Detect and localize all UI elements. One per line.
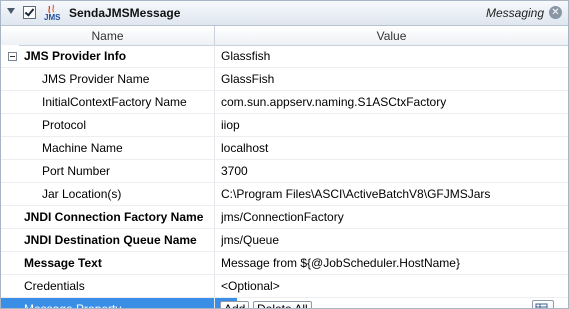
delete-all-button[interactable]: Delete All xyxy=(253,301,312,308)
property-value[interactable]: Message from ${@JobScheduler.HostName} xyxy=(221,252,561,274)
property-value[interactable]: com.sun.appserv.naming.S1ASCtxFactory xyxy=(221,91,561,113)
column-header-name[interactable]: Name xyxy=(1,29,214,43)
property-row-machine-name[interactable]: Machine Name localhost xyxy=(1,137,568,160)
activity-title: SendaJMSMessage xyxy=(69,6,181,20)
property-name: Jar Location(s) xyxy=(42,187,122,201)
property-name: InitialContextFactory Name xyxy=(42,95,187,109)
property-name: Message Text xyxy=(24,256,102,270)
property-name: JNDI Destination Queue Name xyxy=(24,233,197,247)
property-grid: JMS Provider Info Glassfish JMS Provider… xyxy=(1,45,568,308)
property-name: JMS Provider Info xyxy=(24,49,127,63)
property-value[interactable]: jms/Queue xyxy=(221,229,561,251)
property-row-jms-provider-info[interactable]: JMS Provider Info Glassfish xyxy=(1,45,568,68)
property-name: Port Number xyxy=(42,164,111,178)
column-header-value[interactable]: Value xyxy=(215,29,568,43)
close-icon[interactable]: ✕ xyxy=(549,6,562,19)
enabled-checkbox[interactable] xyxy=(23,6,36,19)
property-value[interactable]: <Optional> xyxy=(221,275,561,297)
property-value[interactable]: jms/ConnectionFactory xyxy=(221,206,561,228)
property-value[interactable]: iiop xyxy=(221,114,561,136)
property-row-initial-context-factory[interactable]: InitialContextFactory Name com.sun.appse… xyxy=(1,91,568,114)
add-button[interactable]: Add xyxy=(220,301,250,308)
property-row-credentials[interactable]: Credentials <Optional> xyxy=(1,275,568,298)
property-value[interactable]: C:\Program Files\ASCI\ActiveBatchV8\GFJM… xyxy=(221,183,561,205)
edit-grid-icon xyxy=(535,303,548,308)
property-row-jndi-destination-queue[interactable]: JNDI Destination Queue Name jms/Queue xyxy=(1,229,568,252)
property-value[interactable]: Glassfish xyxy=(221,45,561,67)
activity-category: Messaging xyxy=(485,6,544,20)
property-row-protocol[interactable]: Protocol iiop xyxy=(1,114,568,137)
property-name: Message Property xyxy=(1,298,237,308)
property-value[interactable]: localhost xyxy=(221,137,561,159)
svg-text:JMS: JMS xyxy=(44,13,61,21)
property-row-message-text[interactable]: Message Text Message from ${@JobSchedule… xyxy=(1,252,568,275)
edit-properties-button[interactable] xyxy=(532,300,554,308)
title-bar: JMS SendaJMSMessage Messaging ✕ xyxy=(1,1,568,26)
property-row-port-number[interactable]: Port Number 3700 xyxy=(1,160,568,183)
jms-icon: JMS xyxy=(44,4,61,21)
property-value[interactable]: GlassFish xyxy=(221,68,561,90)
activity-panel: JMS SendaJMSMessage Messaging ✕ Name Val… xyxy=(0,0,569,309)
property-row-jar-locations[interactable]: Jar Location(s) C:\Program Files\ASCI\Ac… xyxy=(1,183,568,206)
property-row-jndi-connection-factory[interactable]: JNDI Connection Factory Name jms/Connect… xyxy=(1,206,568,229)
property-name: JMS Provider Name xyxy=(42,72,150,86)
property-value[interactable]: 3700 xyxy=(221,160,561,182)
property-name: JNDI Connection Factory Name xyxy=(24,210,204,224)
column-header: Name Value xyxy=(1,26,568,46)
property-name: Protocol xyxy=(42,118,87,132)
property-row-message-property[interactable]: Message Property Add Delete All xyxy=(1,298,568,308)
collapse-arrow-icon[interactable] xyxy=(7,8,15,14)
property-name: Machine Name xyxy=(42,141,123,155)
property-name: Credentials xyxy=(24,279,85,293)
property-row-jms-provider-name[interactable]: JMS Provider Name GlassFish xyxy=(1,68,568,91)
